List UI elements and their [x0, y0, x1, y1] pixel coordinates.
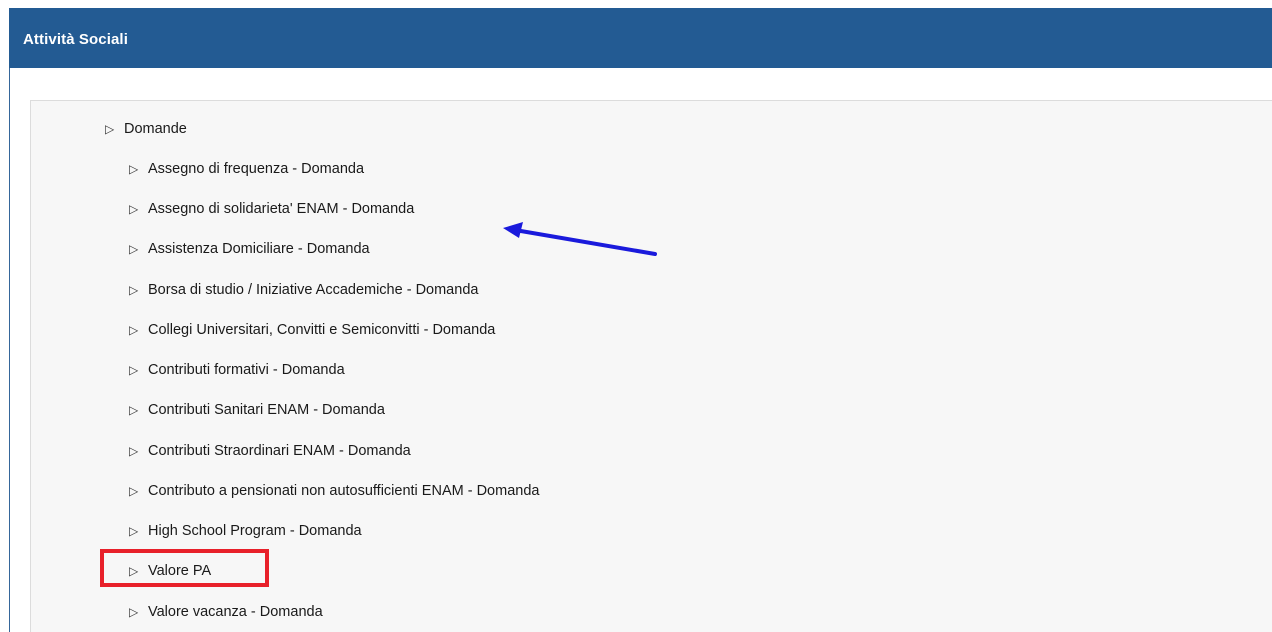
annotation-arrow-icon [503, 222, 657, 256]
